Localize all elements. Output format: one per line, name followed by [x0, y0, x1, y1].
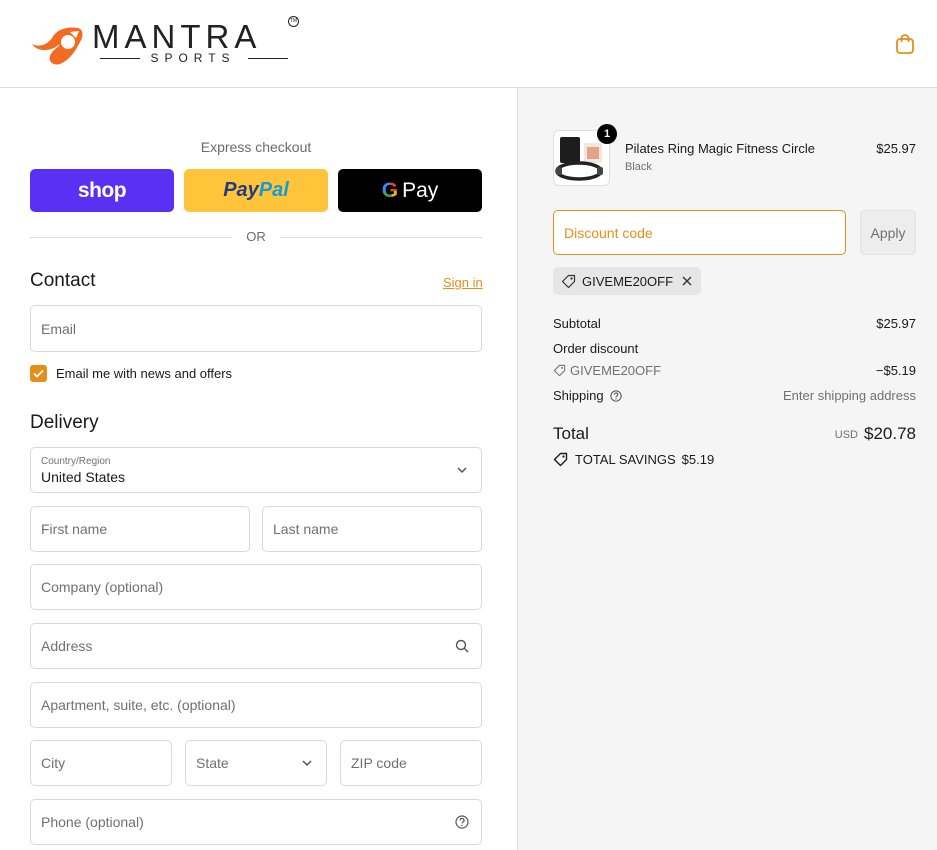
apply-discount-button[interactable]: Apply [860, 210, 916, 255]
state-placeholder: State [196, 755, 229, 771]
divider-line-right [280, 237, 482, 238]
company-placeholder: Company (optional) [41, 579, 164, 595]
apartment-field[interactable]: Apartment, suite, etc. (optional) [30, 682, 482, 728]
email-field[interactable]: Email [30, 305, 482, 352]
google-pay-label: Pay [402, 178, 439, 202]
tag-icon [561, 274, 576, 288]
total-savings-row: TOTAL SAVINGS $5.19 [553, 452, 714, 467]
shipping-label: Shipping [553, 388, 604, 403]
subtotal-value: $25.97 [876, 316, 916, 331]
shipping-value: Enter shipping address [783, 388, 916, 403]
mantra-logo-icon [32, 27, 83, 65]
search-icon[interactable] [455, 639, 469, 653]
tag-icon [553, 364, 566, 377]
total-savings-value: $5.19 [681, 452, 715, 467]
shipping-row: Shipping [553, 388, 622, 403]
express-checkout-label: Express checkout [200, 139, 312, 155]
total-savings-label: TOTAL SAVINGS [575, 452, 676, 467]
trademark-mark: TM [288, 16, 299, 27]
delivery-heading: Delivery [30, 412, 99, 433]
currency-code: USD [834, 429, 858, 441]
logo-rule-right [248, 58, 288, 59]
company-field[interactable]: Company (optional) [30, 564, 482, 610]
quantity-badge: 1 [597, 124, 617, 144]
applied-discount-code: GIVEME20OFF [582, 273, 674, 289]
close-icon[interactable] [681, 275, 693, 287]
shop-pay-button[interactable]: shop [30, 169, 174, 212]
discount-code-placeholder: Discount code [564, 225, 653, 241]
news-offers-checkbox[interactable] [30, 364, 47, 382]
first-name-placeholder: First name [41, 521, 108, 537]
help-icon[interactable] [609, 389, 622, 402]
discount-code-field[interactable]: Discount code [553, 210, 846, 255]
country-label: Country/Region [41, 456, 111, 467]
news-offers-checkbox-row[interactable]: Email me with news and offers [30, 364, 232, 382]
country-value: United States [41, 469, 126, 485]
product-variant: Black [625, 161, 652, 173]
paypal-label-pal: Pal [258, 179, 289, 201]
phone-field[interactable]: Phone (optional) [30, 799, 482, 845]
applied-discount-chip: GIVEME20OFF [553, 267, 702, 295]
brand-logo[interactable]: MANTRA TM SPORTS [30, 16, 302, 72]
country-select[interactable]: Country/Region United States [30, 447, 482, 493]
paypal-button[interactable]: Pay Pal [184, 169, 328, 212]
paypal-label-pay: Pay [223, 179, 259, 201]
total-value: $20.78 [864, 424, 916, 443]
news-offers-label: Email me with news and offers [56, 365, 233, 381]
checkout-form: Express checkout shop Pay Pal G Pay OR Con… [0, 88, 517, 850]
google-g-icon: G [381, 178, 399, 202]
subtotal-label: Subtotal [553, 316, 601, 331]
chevron-down-icon [302, 760, 312, 767]
zip-placeholder: ZIP code [351, 755, 407, 771]
address-placeholder: Address [41, 638, 93, 654]
order-summary: 1 Pilates Ring Magic Fitness Circle Blac… [517, 88, 937, 850]
product-price: $25.97 [876, 141, 916, 156]
first-name-field[interactable]: First name [30, 506, 250, 552]
tag-icon [553, 452, 568, 467]
order-discount-label: Order discount [553, 341, 639, 356]
shop-pay-label: shop [77, 178, 127, 202]
city-field[interactable]: City [30, 740, 172, 786]
total-label: Total [553, 424, 589, 443]
city-placeholder: City [41, 755, 66, 771]
address-field[interactable]: Address [30, 623, 482, 669]
contact-heading: Contact [30, 270, 96, 291]
last-name-field[interactable]: Last name [262, 506, 482, 552]
phone-placeholder: Phone (optional) [41, 814, 144, 830]
or-divider: OR [30, 228, 482, 246]
order-discount-value: −$5.19 [875, 363, 916, 378]
zip-field[interactable]: ZIP code [340, 740, 482, 786]
google-pay-button[interactable]: G Pay [338, 169, 482, 212]
checkmark-icon [33, 369, 44, 378]
help-icon[interactable] [455, 815, 469, 829]
sign-in-link[interactable]: Sign in [443, 275, 483, 290]
chevron-down-icon [457, 467, 467, 474]
apartment-placeholder: Apartment, suite, etc. (optional) [41, 697, 236, 713]
state-select[interactable]: State [185, 740, 327, 786]
order-discount-code: GIVEME20OFF [570, 363, 662, 378]
product-name: Pilates Ring Magic Fitness Circle [625, 141, 816, 156]
email-placeholder: Email [41, 320, 77, 337]
site-header: MANTRA TM SPORTS [0, 0, 937, 88]
last-name-placeholder: Last name [273, 521, 339, 537]
order-discount-code-row: GIVEME20OFF [553, 363, 661, 378]
shopping-bag-icon[interactable] [894, 33, 916, 55]
